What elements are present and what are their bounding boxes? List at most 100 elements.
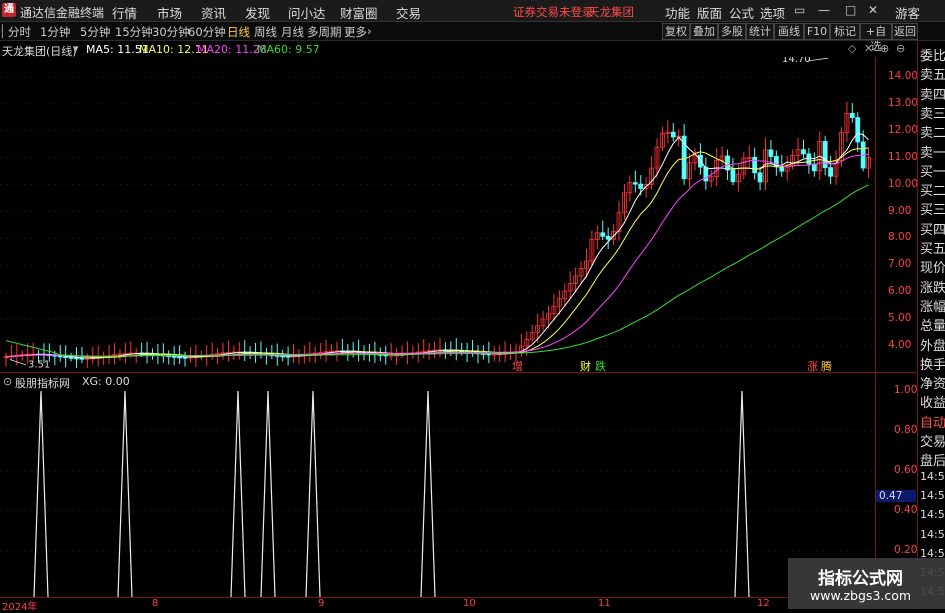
- period-60min[interactable]: 60分钟: [188, 24, 226, 40]
- side-panel-label[interactable]: 委比: [920, 45, 945, 64]
- candle-body: [177, 356, 183, 359]
- side-panel-label[interactable]: 净资: [920, 373, 945, 392]
- price-axis: 14.00 13.00 12.00 11.00 10.00 9.00 8.00 7.00 6.0…: [875, 57, 919, 372]
- side-panel-label[interactable]: 外盘: [920, 335, 945, 354]
- side-panel-label[interactable]: 14:56: [920, 528, 945, 541]
- side-panel-label[interactable]: 换手: [920, 354, 945, 373]
- indicator-spike: [305, 390, 321, 597]
- indicator-tick-label: 0.60: [894, 464, 918, 476]
- candle-body: [605, 235, 611, 240]
- f10-button[interactable]: F10: [804, 23, 830, 40]
- stats-button[interactable]: 统计: [746, 23, 774, 40]
- side-panel-label[interactable]: 卖五: [920, 64, 945, 83]
- diamond-icon[interactable]: ◇: [848, 42, 856, 55]
- period-5min[interactable]: 5分钟: [80, 24, 110, 40]
- event-marker[interactable]: 跌: [595, 359, 606, 372]
- x-label-11: 11: [598, 598, 611, 609]
- indicator-menu-icon[interactable]: ⊙: [3, 375, 12, 388]
- period-intraday[interactable]: 分时: [8, 24, 31, 40]
- candle-body: [849, 113, 855, 118]
- chevron-right-icon[interactable]: ›: [367, 24, 372, 38]
- side-panel-label[interactable]: 盘后: [920, 450, 945, 469]
- side-panel-label[interactable]: 卖二: [920, 122, 945, 141]
- side-panel-label[interactable]: 自动: [920, 412, 945, 431]
- candle-body: [768, 149, 774, 157]
- indicator-value: XG: 0.00: [82, 375, 130, 388]
- stock-name-title: 天龙集团: [588, 5, 634, 19]
- period-more[interactable]: 更多: [344, 24, 367, 40]
- side-panel-label[interactable]: 卖四: [920, 84, 945, 103]
- side-panel-label[interactable]: 买三: [920, 199, 945, 218]
- guest-label[interactable]: 游客: [895, 3, 920, 22]
- low-price-label: 3.51: [28, 360, 50, 371]
- menu-layout[interactable]: 版面: [697, 3, 722, 22]
- period-monthly[interactable]: 月线: [281, 24, 304, 40]
- side-panel-label[interactable]: 买一: [920, 161, 945, 180]
- menu-options[interactable]: 选项: [760, 3, 785, 22]
- menu-ask[interactable]: 问小达: [288, 3, 326, 22]
- side-panel-label[interactable]: 买五: [920, 238, 945, 257]
- menu-quotes[interactable]: 行情: [112, 3, 137, 22]
- restore-icon[interactable]: ▭: [794, 3, 805, 17]
- side-panel-label[interactable]: 交易: [920, 431, 945, 450]
- side-panel-label[interactable]: 总量: [920, 315, 945, 334]
- indicator-tick-label: 0.40: [894, 504, 918, 516]
- menu-trade[interactable]: 交易: [396, 3, 421, 22]
- event-marker[interactable]: 涨: [807, 360, 818, 372]
- menu-function[interactable]: 功能: [665, 3, 690, 22]
- chevron-down-icon[interactable]: ▾: [73, 42, 79, 55]
- event-marker[interactable]: 腾: [821, 359, 832, 372]
- menu-formula[interactable]: 公式: [729, 3, 754, 22]
- back-button[interactable]: 返回: [892, 23, 918, 40]
- login-notice[interactable]: 证券交易未登录: [513, 4, 594, 20]
- indicator-chart[interactable]: [0, 388, 875, 597]
- side-panel-label[interactable]: 现价: [920, 257, 945, 276]
- minimize-icon[interactable]: —: [818, 3, 830, 17]
- overlay-button[interactable]: 叠加: [690, 23, 718, 40]
- zoom-out-icon[interactable]: ⊖: [896, 42, 905, 55]
- side-panel-label[interactable]: 涨跌: [920, 277, 945, 296]
- menu-market[interactable]: 市场: [157, 3, 182, 22]
- indicator-current-value: 0.47: [876, 490, 916, 502]
- indicator-spike: [420, 390, 436, 597]
- side-panel-label[interactable]: 买四: [920, 219, 945, 238]
- side-panel-label[interactable]: 14:56: [920, 470, 945, 483]
- menu-discover[interactable]: 发现: [245, 3, 270, 22]
- side-panel-label[interactable]: 收益: [920, 392, 945, 411]
- draw-line-button[interactable]: 画线: [774, 23, 804, 40]
- mark-button[interactable]: 标记: [830, 23, 860, 40]
- x-label-12: 12: [757, 598, 770, 609]
- ma10-line: [5, 147, 869, 358]
- adjust-button[interactable]: 复权: [662, 23, 690, 40]
- menu-bar: 通 通达信金融终端 行情 市场 资讯 发现 问小达 财富圈 交易 证券交易未登录…: [0, 0, 945, 22]
- maximize-icon[interactable]: □: [845, 3, 856, 17]
- period-1min[interactable]: 1分钟: [40, 24, 70, 40]
- side-panel-label[interactable]: 14:56: [920, 489, 945, 502]
- candle-body: [801, 149, 806, 155]
- period-daily[interactable]: 日线: [227, 24, 250, 40]
- period-multi[interactable]: 多周期: [307, 24, 342, 40]
- high-price-label: 14.70: [782, 57, 811, 65]
- event-marker[interactable]: 财: [580, 359, 591, 372]
- candlestick-chart[interactable]: 14.70 3.51 增 财跌 涨腾: [0, 57, 875, 372]
- close-panel-icon[interactable]: ✕: [864, 42, 873, 55]
- side-panel-label[interactable]: 14:56: [920, 508, 945, 521]
- period-15min[interactable]: 15分钟: [115, 24, 153, 40]
- period-weekly[interactable]: 周线: [254, 24, 277, 40]
- side-panel-label[interactable]: 卖三: [920, 103, 945, 122]
- add-watchlist-button[interactable]: +自选: [860, 23, 892, 53]
- zoom-in-icon[interactable]: ⊕: [880, 42, 889, 55]
- multi-stock-button[interactable]: 多股: [718, 23, 746, 40]
- side-panel-label[interactable]: 涨幅: [920, 296, 945, 315]
- menu-news[interactable]: 资讯: [201, 3, 226, 22]
- event-marker[interactable]: 增: [512, 359, 523, 372]
- menu-wealth[interactable]: 财富圈: [340, 3, 378, 22]
- candle-body: [171, 355, 177, 358]
- candle-body: [182, 356, 188, 359]
- side-panel-label[interactable]: 买二: [920, 180, 945, 199]
- side-panel-label[interactable]: 卖一: [920, 142, 945, 161]
- close-icon[interactable]: ✕: [868, 3, 878, 17]
- period-30min[interactable]: 30分钟: [152, 24, 190, 40]
- price-tick-label: 11.00: [888, 150, 919, 163]
- price-tick-label: 9.00: [888, 204, 912, 217]
